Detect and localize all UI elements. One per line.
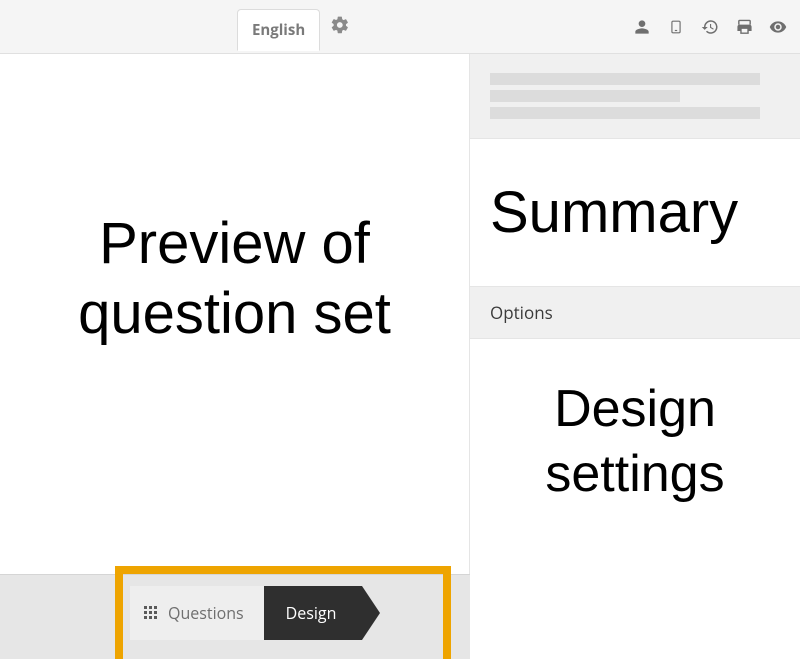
right-panel: Summary Options Design settings (470, 54, 800, 659)
placeholder-line (490, 107, 760, 119)
mode-tabs: Questions Design (130, 586, 362, 640)
print-icon[interactable] (734, 17, 754, 37)
design-settings-heading: Design settings (470, 339, 800, 545)
top-bar: English (0, 0, 800, 54)
grid-icon (144, 606, 158, 620)
device-icon[interactable] (666, 17, 686, 37)
user-icon[interactable] (632, 17, 652, 37)
summary-placeholder (470, 54, 800, 139)
tab-design-label: Design (286, 602, 337, 624)
summary-heading: Summary (470, 139, 800, 286)
history-icon[interactable] (700, 17, 720, 37)
settings-button[interactable] (325, 12, 355, 42)
language-label: English (252, 20, 305, 40)
placeholder-line (490, 73, 760, 85)
preview-heading: Preview of question set (0, 209, 469, 348)
gear-icon (330, 15, 350, 40)
tab-design[interactable]: Design (264, 586, 363, 640)
placeholder-line (490, 90, 680, 102)
tab-questions[interactable]: Questions (130, 586, 264, 640)
toolbar-right (632, 0, 788, 54)
language-tab[interactable]: English (237, 9, 320, 51)
preview-panel: Preview of question set (0, 54, 470, 574)
eye-icon[interactable] (768, 17, 788, 37)
tab-questions-label: Questions (168, 602, 244, 624)
options-header[interactable]: Options (470, 286, 800, 339)
